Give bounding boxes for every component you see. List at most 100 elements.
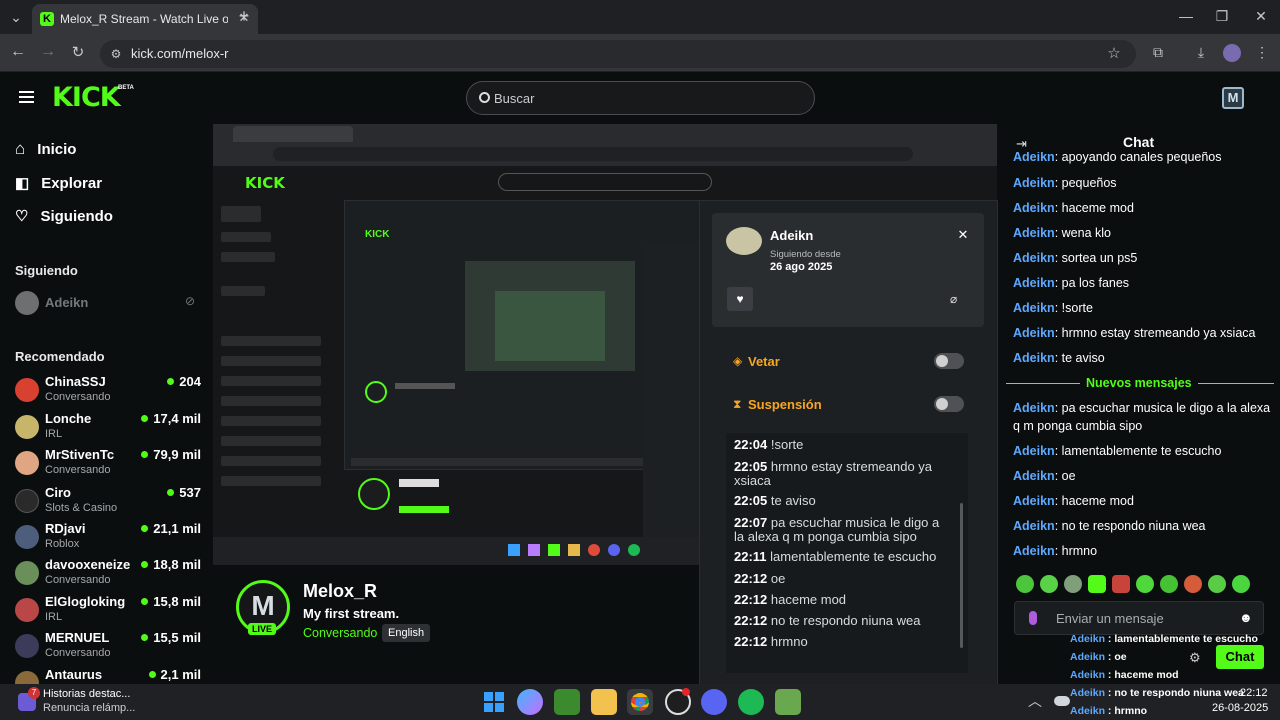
emote-icon[interactable] bbox=[1208, 575, 1226, 593]
emote-icon[interactable] bbox=[1160, 575, 1178, 593]
history-item: 22:12 haceme mod bbox=[734, 592, 847, 607]
profile-avatar[interactable] bbox=[1223, 44, 1241, 62]
reload-icon[interactable]: ↻ bbox=[70, 44, 86, 61]
weather-icon[interactable] bbox=[1054, 696, 1070, 706]
window-close-icon[interactable]: ✕ bbox=[1253, 8, 1269, 24]
nested-kick-logo: KICK bbox=[245, 174, 285, 192]
history-item: 22:12 oe bbox=[734, 571, 786, 586]
tray-chevron-icon[interactable]: ︿ bbox=[1028, 693, 1042, 709]
file-explorer-icon[interactable] bbox=[591, 689, 617, 715]
nav-explorar[interactable]: ◧ Explorar bbox=[15, 170, 102, 196]
emote-icon[interactable] bbox=[1232, 575, 1250, 593]
veto-row[interactable]: ◈ Vetar bbox=[726, 345, 966, 377]
recommended-item[interactable]: ChinaSSJ Conversando 204 bbox=[15, 374, 201, 410]
user-card: Adeikn Siguiendo desde 26 ago 2025 ✕ ♥ ⌀ bbox=[712, 213, 984, 327]
nav-siguiendo[interactable]: ♡ Siguiendo bbox=[15, 203, 113, 229]
nested-channel-name bbox=[399, 479, 439, 487]
download-icon[interactable]: ⤓ bbox=[1193, 44, 1209, 60]
chat-settings-icon[interactable]: ⚙ bbox=[1189, 650, 1201, 666]
recommended-item[interactable]: RDjavi Roblox 21,1 mil bbox=[15, 521, 201, 557]
spotify-icon[interactable] bbox=[738, 689, 764, 715]
sidebar: ⌂ Inicio ◧ Explorar ♡ Siguiendo Siguiend… bbox=[0, 124, 212, 684]
chat-title: Chat bbox=[1123, 134, 1155, 150]
emote-icon[interactable] bbox=[1016, 575, 1034, 593]
follow-button[interactable]: ♥ bbox=[727, 287, 753, 311]
popup-username[interactable]: Adeikn bbox=[770, 228, 813, 243]
maximize-icon[interactable]: ❐ bbox=[1214, 8, 1230, 24]
emote-icon[interactable] bbox=[1088, 575, 1106, 593]
tab-search-chevron-icon[interactable]: ⌄ bbox=[8, 9, 24, 25]
viewer-count: 17,4 mil bbox=[141, 411, 201, 426]
news-widget[interactable]: 7 Historias destac... Renuncia relámp... bbox=[14, 687, 164, 717]
offline-icon: ⊘ bbox=[185, 294, 196, 308]
browser-menu-icon[interactable]: ⋮ bbox=[1254, 44, 1270, 60]
send-chat-button[interactable]: Chat bbox=[1216, 645, 1264, 669]
user-avatar bbox=[726, 227, 762, 255]
minimize-icon[interactable]: — bbox=[1178, 8, 1194, 24]
collapse-chat-icon[interactable]: ⇥ bbox=[1016, 136, 1027, 152]
clock-date[interactable]: 26-08-2025 bbox=[1212, 702, 1268, 714]
nested-sidebar bbox=[221, 204, 339, 544]
emote-icon[interactable] bbox=[1064, 575, 1082, 593]
channel-name[interactable]: Melox_R bbox=[303, 581, 377, 602]
live-badge: LIVE bbox=[248, 623, 277, 635]
emote-icon[interactable] bbox=[1184, 575, 1202, 593]
search-placeholder: Buscar bbox=[494, 91, 535, 106]
recommended-item[interactable]: MrStivenTc Conversando 79,9 mil bbox=[15, 447, 201, 483]
channel-name: ElGlogloking bbox=[45, 594, 126, 609]
forward-icon[interactable]: → bbox=[40, 43, 56, 60]
stream-category[interactable]: Conversando bbox=[303, 626, 377, 640]
channel-name: Antaurus bbox=[45, 667, 103, 682]
following-title: Siguiendo bbox=[15, 263, 78, 278]
copilot-icon[interactable] bbox=[517, 689, 543, 715]
avatar bbox=[15, 415, 39, 439]
channel-category: IRL bbox=[45, 428, 63, 440]
bookmark-star-icon[interactable]: ☆ bbox=[1106, 45, 1122, 62]
extensions-icon[interactable]: ⧉ bbox=[1150, 44, 1166, 60]
discord-icon[interactable] bbox=[701, 689, 727, 715]
nav-inicio[interactable]: ⌂ Inicio bbox=[15, 136, 76, 162]
new-tab-icon[interactable]: + bbox=[236, 6, 252, 26]
recommended-item[interactable]: Antaurus 2,1 mil bbox=[15, 667, 201, 684]
chat-message: Adeikn: oe bbox=[1013, 469, 1076, 483]
recommended-item[interactable]: davooxeneize Conversando 18,8 mil bbox=[15, 557, 201, 593]
recommended-item[interactable]: ElGlogloking IRL 15,8 mil bbox=[15, 594, 201, 630]
chrome-icon[interactable] bbox=[627, 689, 653, 715]
scrollbar[interactable] bbox=[960, 503, 963, 648]
windows-start-icon[interactable] bbox=[481, 689, 507, 715]
chat-message: Adeikn: pa escuchar musica le digo a la … bbox=[1013, 401, 1271, 433]
emoji-icon[interactable]: ☻ bbox=[1239, 610, 1253, 625]
browser-tab[interactable]: K Melox_R Stream - Watch Live o ✕ bbox=[32, 4, 258, 34]
following-item[interactable]: Adeikn ⊘ bbox=[15, 290, 201, 316]
emote-icon[interactable] bbox=[1112, 575, 1130, 593]
site-info-icon[interactable]: ⚙ bbox=[108, 46, 124, 62]
game-cube-icon[interactable] bbox=[775, 689, 801, 715]
search-input[interactable]: Buscar bbox=[466, 81, 815, 115]
recommended-item[interactable]: MERNUEL Conversando 15,5 mil bbox=[15, 630, 201, 666]
close-icon[interactable]: ✕ bbox=[955, 227, 971, 243]
back-icon[interactable]: ← bbox=[10, 43, 26, 60]
avatar bbox=[15, 378, 39, 402]
new-messages-label: Nuevos mensajes bbox=[1080, 376, 1198, 390]
hourglass-icon: ⧗ bbox=[733, 397, 742, 411]
mute-icon[interactable]: ⌀ bbox=[950, 292, 957, 306]
hamburger-menu-icon[interactable] bbox=[19, 91, 34, 103]
emote-icon[interactable] bbox=[1136, 575, 1154, 593]
search-icon bbox=[479, 92, 490, 103]
kick-logo[interactable]: KICK bbox=[52, 82, 121, 113]
nav-label: Inicio bbox=[37, 140, 77, 158]
chat-input[interactable]: Enviar un mensaje ☻ bbox=[1014, 601, 1264, 635]
address-bar[interactable]: ⚙ kick.com/melox-r ☆ bbox=[100, 40, 1136, 68]
suspend-toggle[interactable] bbox=[934, 396, 964, 412]
nested-url-bar bbox=[273, 147, 913, 161]
microphone-icon[interactable] bbox=[1029, 611, 1037, 625]
language-tag[interactable]: English bbox=[382, 624, 431, 642]
minecraft-icon[interactable] bbox=[554, 689, 580, 715]
clock-time[interactable]: 22:12 bbox=[1240, 687, 1268, 699]
suspend-row[interactable]: ⧗ Suspensión bbox=[726, 389, 966, 421]
emote-icon[interactable] bbox=[1040, 575, 1058, 593]
recommended-item[interactable]: Ciro Slots & Casino 537 bbox=[15, 485, 201, 521]
veto-toggle[interactable] bbox=[934, 353, 964, 369]
user-avatar[interactable]: M bbox=[1222, 87, 1244, 109]
recommended-item[interactable]: Lonche IRL 17,4 mil bbox=[15, 411, 201, 447]
